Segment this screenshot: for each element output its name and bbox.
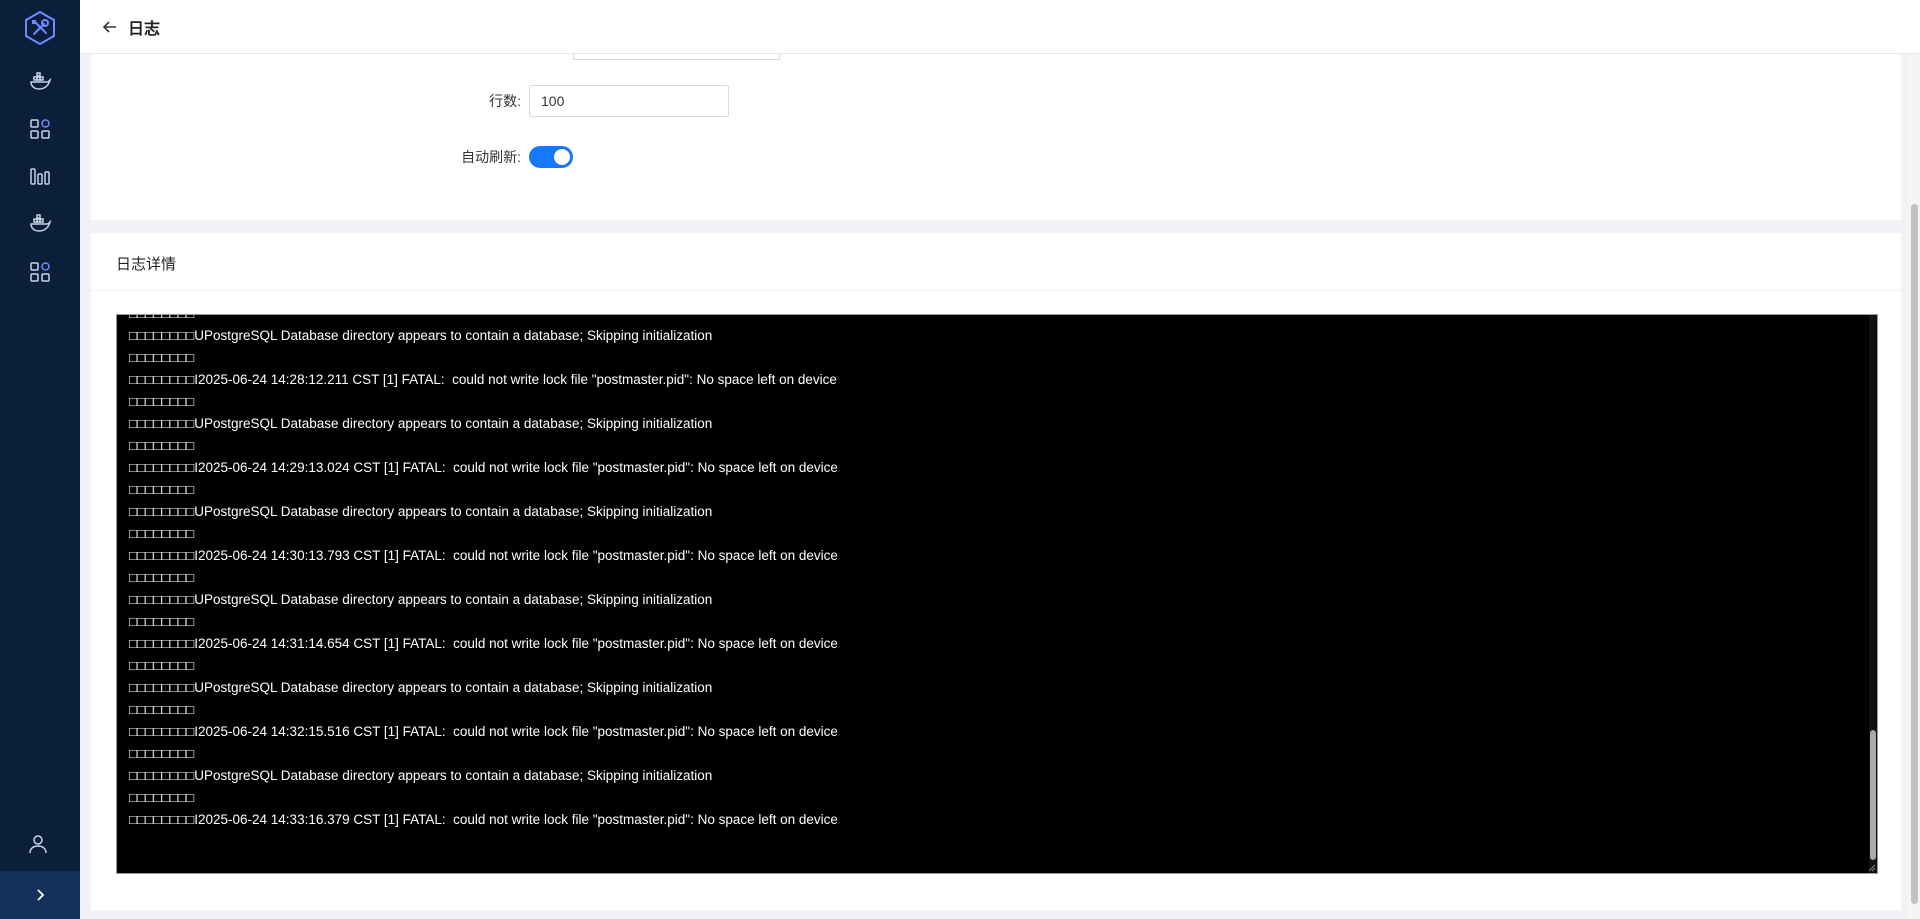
log-line: □□□□□□□□UPostgreSQL Database directory a… — [129, 328, 713, 343]
lines-label: 行数: — [489, 93, 521, 109]
log-line: □□□□□□□□I2025-06-24 14:30:13.793 CST [1]… — [129, 548, 838, 563]
log-detail-title: 日志详情 — [116, 256, 177, 273]
docker-icon[interactable] — [26, 68, 54, 96]
lines-row: 行数: — [379, 85, 729, 117]
divider — [91, 290, 1901, 291]
log-line: □□□□□□□□ — [129, 482, 195, 497]
log-detail-card: 日志详情 □□□□□□□□ □□□□□□□□UPostgreSQL Databas… — [91, 233, 1901, 910]
log-line: □□□□□□□□ — [129, 658, 195, 673]
log-output[interactable]: □□□□□□□□ □□□□□□□□UPostgreSQL Database dir… — [116, 314, 1878, 874]
auto-refresh-label: 自动刷新: — [461, 149, 521, 165]
chevron-right-icon — [37, 889, 45, 901]
log-line: □□□□□□□□UPostgreSQL Database directory a… — [129, 768, 713, 783]
log-line: □□□□□□□□UPostgreSQL Database directory a… — [129, 680, 713, 695]
page-scrollbar[interactable] — [1908, 54, 1920, 919]
wrench-screwdriver-hex-logo-icon[interactable] — [22, 10, 58, 46]
auto-refresh-switch[interactable] — [529, 146, 573, 168]
apps-grid-icon[interactable] — [26, 115, 54, 143]
page-scrollbar-thumb[interactable] — [1911, 204, 1918, 904]
log-line: □□□□□□□□ — [129, 746, 195, 761]
page-title: 日志 — [128, 20, 161, 38]
log-line: □□□□□□□□ — [129, 526, 195, 541]
log-lines: □□□□□□□□ □□□□□□□□UPostgreSQL Database dir… — [117, 315, 1857, 831]
log-line: □□□□□□□□I2025-06-24 14:33:16.379 CST [1]… — [129, 812, 838, 827]
lines-input[interactable] — [529, 85, 729, 117]
log-line: □□□□□□□□UPostgreSQL Database directory a… — [129, 592, 713, 607]
docker-icon[interactable] — [26, 210, 54, 238]
log-line: □□□□□□□□ — [129, 790, 195, 805]
switch-knob — [554, 149, 570, 165]
sidebar-collapse-button[interactable] — [0, 871, 80, 919]
log-line: □□□□□□□□I2025-06-24 14:29:13.024 CST [1]… — [129, 460, 838, 475]
log-line: □□□□□□□□I2025-06-24 14:31:14.654 CST [1]… — [129, 636, 838, 651]
log-line: □□□□□□□□ — [117, 315, 1857, 325]
log-line: □□□□□□□□ — [129, 350, 195, 365]
apps-grid-icon[interactable] — [26, 258, 54, 286]
log-line: □□□□□□□□I2025-06-24 14:32:15.516 CST [1]… — [129, 724, 838, 739]
user-icon[interactable] — [26, 832, 54, 860]
auto-refresh-row: 自动刷新: — [379, 146, 573, 168]
log-line: □□□□□□□□ — [129, 394, 195, 409]
page-header: 日志 — [80, 0, 1920, 54]
log-line: □□□□□□□□ — [129, 570, 195, 585]
log-line: □□□□□□□□I2025-06-24 14:28:12.211 CST [1]… — [129, 372, 837, 387]
sidebar — [0, 0, 80, 919]
log-scrollbar[interactable] — [1869, 315, 1877, 873]
bar-chart-icon[interactable] — [26, 162, 54, 190]
log-line: □□□□□□□□ — [129, 614, 195, 629]
log-line: □□□□□□□□UPostgreSQL Database directory a… — [129, 416, 713, 431]
log-line: □□□□□□□□UPostgreSQL Database directory a… — [129, 504, 713, 519]
log-line: □□□□□□□□ — [129, 438, 195, 453]
log-scrollbar-thumb[interactable] — [1870, 730, 1876, 860]
back-button[interactable] — [100, 17, 120, 37]
arrow-left-icon — [102, 20, 116, 33]
resize-grip-icon[interactable] — [1868, 864, 1876, 872]
log-line: □□□□□□□□ — [129, 702, 195, 717]
